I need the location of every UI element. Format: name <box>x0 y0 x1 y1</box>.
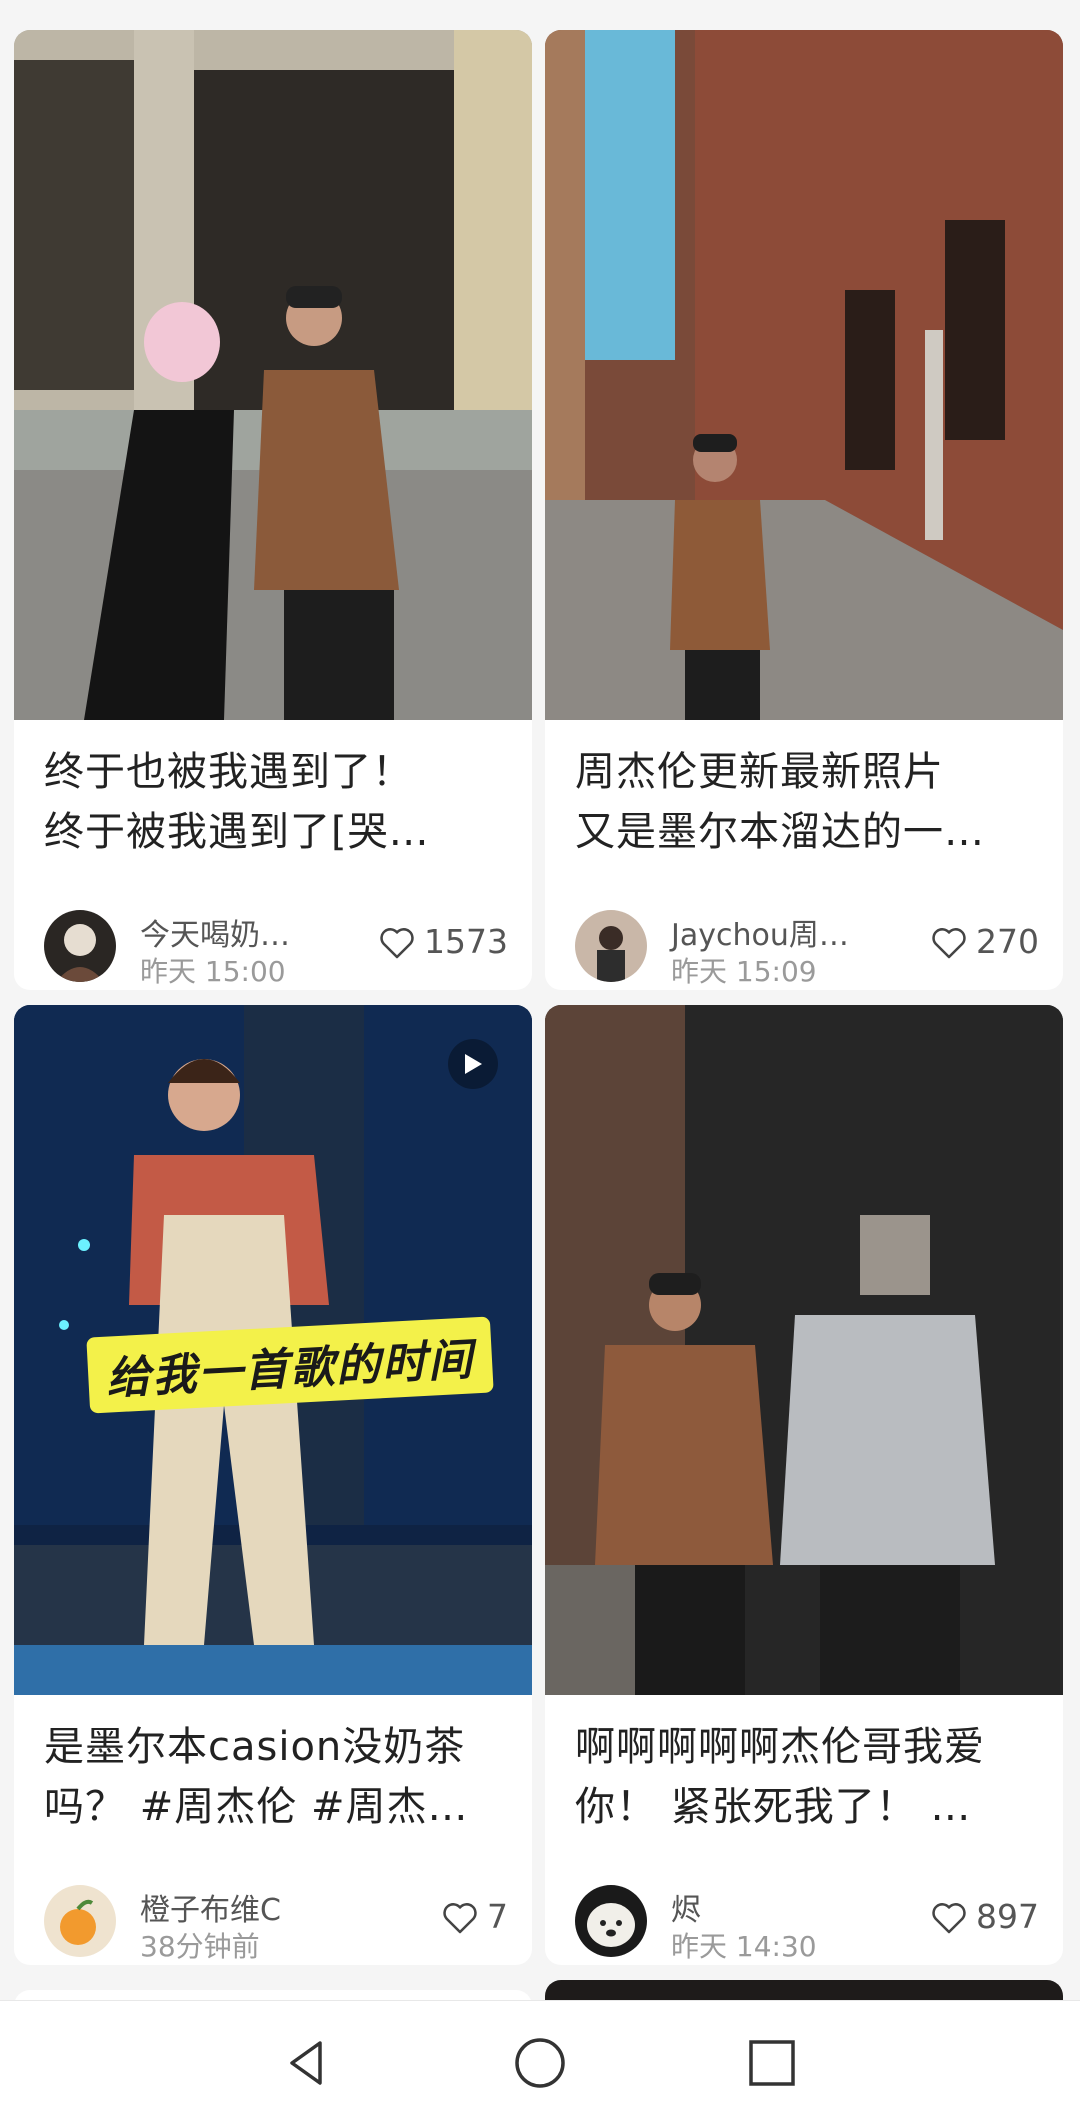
post-time: 昨天 15:00 <box>140 955 286 988</box>
note-title-line: 吗？ #周杰伦 #周杰… <box>44 1784 469 1830</box>
note-title-line: 周杰伦更新最新照片 <box>575 749 944 795</box>
post-time: 昨天 15:09 <box>671 955 817 988</box>
avatar[interactable] <box>44 910 116 982</box>
note-title-line: 终于也被我遇到了！ <box>44 749 413 795</box>
like-button[interactable]: 897 <box>930 1897 1039 1936</box>
note-title: 终于也被我遇到了！ 终于被我遇到了[哭… <box>44 742 508 862</box>
author-name[interactable]: 橙子布维C <box>140 1885 281 1929</box>
author-name[interactable]: 烬 <box>671 1885 701 1929</box>
play-icon <box>448 1039 498 1089</box>
note-meta: 橙子布维C 38分钟前 7 <box>44 1885 508 1963</box>
like-count: 7 <box>487 1897 508 1936</box>
note-card[interactable]: 给我一首歌的时间 是墨尔本casion没奶茶 吗？ #周杰伦 #周杰… 橙子布维… <box>14 1005 532 1965</box>
heart-icon <box>443 1902 477 1933</box>
note-card[interactable]: 周杰伦更新最新照片 又是墨尔本溜达的一… Jaychou周… 昨天 15:09 … <box>545 30 1063 990</box>
note-title: 啊啊啊啊啊杰伦哥我爱 你！ 紧张死我了！ … <box>575 1717 1039 1837</box>
system-nav-bar <box>0 2000 1080 2123</box>
like-count: 897 <box>976 1897 1039 1936</box>
feed-grid: 终于也被我遇到了！ 终于被我遇到了[哭… 今天喝奶… 昨天 15:00 1573 <box>0 0 1080 2020</box>
note-title-line: 啊啊啊啊啊杰伦哥我爱 <box>575 1724 985 1770</box>
note-title-line: 是墨尔本casion没奶茶 <box>44 1724 466 1770</box>
recents-icon <box>749 2040 795 2086</box>
post-time: 昨天 14:30 <box>671 1930 817 1963</box>
avatar[interactable] <box>44 1885 116 1957</box>
note-card[interactable]: 啊啊啊啊啊杰伦哥我爱 你！ 紧张死我了！ … 烬 昨天 14:30 897 <box>545 1005 1063 1965</box>
note-cover-image <box>545 1005 1063 1695</box>
heart-icon <box>932 1902 966 1933</box>
like-count: 270 <box>976 922 1039 961</box>
back-icon <box>290 2041 322 2085</box>
note-cover-image: 给我一首歌的时间 <box>14 1005 532 1695</box>
like-button[interactable]: 1573 <box>378 922 508 961</box>
home-button[interactable] <box>508 2031 572 2095</box>
note-title: 周杰伦更新最新照片 又是墨尔本溜达的一… <box>575 742 1039 862</box>
heart-icon <box>932 927 966 958</box>
note-title-line: 你！ 紧张死我了！ … <box>575 1784 972 1830</box>
note-meta: 今天喝奶… 昨天 15:00 1573 <box>44 910 508 988</box>
like-button[interactable]: 270 <box>930 922 1039 961</box>
note-cover-image <box>14 30 532 720</box>
note-title: 是墨尔本casion没奶茶 吗？ #周杰伦 #周杰… <box>44 1717 508 1837</box>
back-button[interactable] <box>276 2031 340 2095</box>
author-name[interactable]: Jaychou周… <box>671 910 849 954</box>
avatar[interactable] <box>575 910 647 982</box>
author-name[interactable]: 今天喝奶… <box>140 910 290 954</box>
note-title-line: 终于被我遇到了[哭… <box>44 809 430 855</box>
note-cover-image <box>545 30 1063 720</box>
note-card[interactable]: 终于也被我遇到了！ 终于被我遇到了[哭… 今天喝奶… 昨天 15:00 1573 <box>14 30 532 990</box>
avatar[interactable] <box>575 1885 647 1957</box>
note-meta: Jaychou周… 昨天 15:09 270 <box>575 910 1039 988</box>
home-icon <box>515 2038 565 2088</box>
like-button[interactable]: 7 <box>441 1897 508 1936</box>
note-title-line: 又是墨尔本溜达的一… <box>575 809 985 855</box>
recents-button[interactable] <box>740 2031 804 2095</box>
heart-icon <box>380 927 414 958</box>
like-count: 1573 <box>424 922 508 961</box>
post-time: 38分钟前 <box>140 1930 260 1963</box>
note-meta: 烬 昨天 14:30 897 <box>575 1885 1039 1963</box>
